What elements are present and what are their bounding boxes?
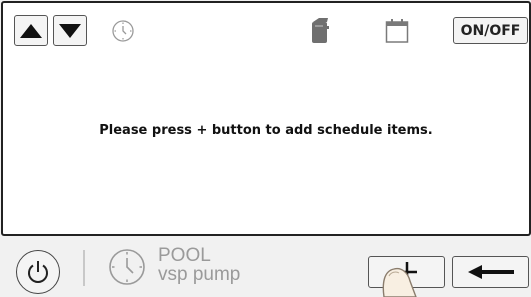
back-button[interactable] (452, 256, 529, 288)
on-off-label: ON/OFF (460, 22, 521, 39)
schedule-panel: ON/OFF Please press + button to add sche… (1, 1, 531, 236)
pump-device-icon[interactable] (309, 17, 331, 45)
empty-schedule-message: Please press + button to add schedule it… (99, 123, 433, 138)
on-off-button[interactable]: ON/OFF (453, 17, 528, 44)
device-name-line2: vsp pump (158, 264, 241, 285)
footer-divider (83, 250, 85, 286)
footer-bar: POOL vsp pump (0, 236, 531, 297)
power-icon (28, 261, 48, 283)
clock-icon[interactable] (111, 19, 135, 43)
scroll-up-button[interactable] (14, 15, 48, 46)
fingertip-icon (382, 267, 417, 297)
scroll-down-button[interactable] (53, 15, 87, 46)
triangle-up-icon (20, 23, 42, 38)
triangle-down-icon (59, 23, 81, 38)
power-button[interactable] (16, 250, 60, 294)
device-clock-icon (109, 249, 145, 285)
arrow-left-icon (467, 265, 514, 279)
calendar-icon[interactable] (385, 18, 409, 44)
device-name-line1: POOL (158, 245, 211, 266)
device-name: POOL vsp pump (158, 246, 240, 284)
